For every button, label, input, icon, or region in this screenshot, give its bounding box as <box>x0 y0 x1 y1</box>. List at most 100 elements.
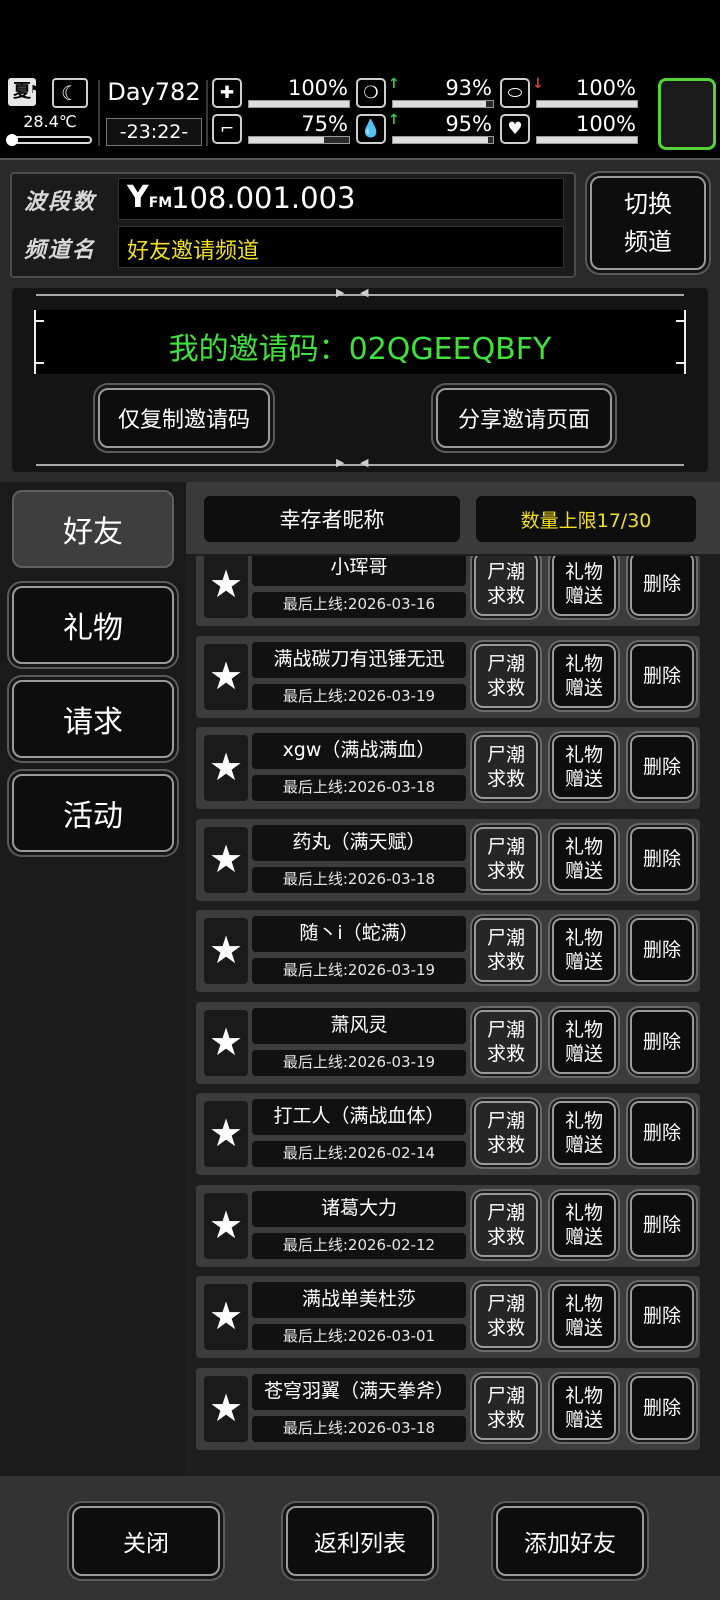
send-gift-button[interactable]: 礼物 赠送 <box>552 1375 616 1440</box>
band-display: YFM 108.001.003 <box>118 178 564 220</box>
favorite-star-icon[interactable]: ★ <box>204 735 248 801</box>
favorite-star-icon[interactable]: ★ <box>204 1101 248 1167</box>
send-gift-button[interactable]: 礼物 赠送 <box>552 1101 616 1165</box>
flag-icon: ⚑ <box>30 83 40 96</box>
help-label-1: 尸潮 <box>486 561 525 583</box>
zombie-help-button[interactable]: 尸潮 求救 <box>474 1009 538 1074</box>
send-gift-button[interactable]: 礼物 赠送 <box>552 1009 616 1074</box>
gift-label-2: 赠送 <box>564 1225 603 1248</box>
help-label-2: 求救 <box>486 859 525 882</box>
friend-row: ★ 满战单美杜莎 最后上线:2026-03-01 尸潮 求救 礼物 赠送 删除 <box>196 1276 700 1358</box>
season-badge: 夏 ⚑ <box>8 78 40 106</box>
gift-label-2: 赠送 <box>564 1408 603 1431</box>
last-online: 最后上线:2026-03-01 <box>252 1324 466 1350</box>
friend-name: 萧风灵 <box>252 1007 466 1044</box>
stomach-icon: ❍ <box>356 78 386 108</box>
favorite-star-icon[interactable]: ★ <box>204 1284 248 1350</box>
zombie-help-button[interactable]: 尸潮 求救 <box>474 1101 538 1165</box>
day-counter: Day782 <box>107 78 201 106</box>
delete-friend-button[interactable]: 删除 <box>630 826 694 891</box>
delete-friend-button[interactable]: 删除 <box>630 1192 694 1257</box>
gift-label-2: 赠送 <box>564 676 603 699</box>
copy-invite-code-button[interactable]: 仅复制邀请码 <box>98 388 270 448</box>
zombie-help-button[interactable]: 尸潮 求救 <box>474 735 538 799</box>
invite-code-box: 我的邀请码：02QGEEQBFY <box>34 310 686 374</box>
water-drop-icon: 💧 <box>356 114 386 144</box>
friend-name: 苍穹羽翼（满天拳斧） <box>252 1373 466 1410</box>
help-label-2: 求救 <box>486 585 525 607</box>
friends-list[interactable]: ★ 小珲哥 最后上线:2026-03-16 尸潮 求救 礼物 赠送 删除 ★ 满战碳刀有迅锤无迅最… <box>186 556 720 1476</box>
friends-content: 幸存者昵称 数量上限17/30 ★ 小珲哥 最后上线:2026-03-16 尸潮 求救礼… <box>186 482 720 1476</box>
send-gift-button[interactable]: 礼物 赠送 <box>552 1192 616 1257</box>
divider <box>98 80 100 146</box>
channel-label: 频道名 <box>24 238 97 263</box>
favorite-star-icon[interactable]: ★ <box>204 556 248 618</box>
send-gift-button[interactable]: 礼物 赠送 <box>552 918 616 982</box>
friend-row: ★ 苍穹羽翼（满天拳斧） 最后上线:2026-03-18 尸潮 求救 礼物 赠送 删除 <box>196 1367 700 1450</box>
character-slot[interactable] <box>658 78 716 150</box>
last-online: 最后上线:2026-03-19 <box>252 683 466 710</box>
rebate-list-button[interactable]: 返利列表 <box>286 1506 434 1576</box>
gift-label-1: 礼物 <box>564 1110 603 1132</box>
boot-icon: ⌐ <box>212 114 242 144</box>
stat-bar <box>248 100 350 108</box>
help-label-1: 尸潮 <box>486 1293 525 1315</box>
favorite-star-icon[interactable]: ★ <box>204 1192 248 1259</box>
invite-section: ▶ ◀ 我的邀请码：02QGEEQBFY 仅复制邀请码 分享邀请页面 ▶ ◀ <box>12 286 708 472</box>
delete-friend-button[interactable]: 删除 <box>630 735 694 799</box>
zombie-help-button[interactable]: 尸潮 求救 <box>474 643 538 708</box>
share-invite-page-button[interactable]: 分享邀请页面 <box>436 388 612 448</box>
zombie-help-button[interactable]: 尸潮 求救 <box>474 556 538 616</box>
friend-row: ★ 药丸（满天赋） 最后上线:2026-03-18 尸潮 求救 礼物 赠送 删除 <box>196 818 700 901</box>
zombie-help-button[interactable]: 尸潮 求救 <box>474 826 538 891</box>
tab-gifts[interactable]: 礼物 <box>12 586 174 664</box>
close-button[interactable]: 关闭 <box>72 1506 220 1576</box>
favorite-star-icon[interactable]: ★ <box>204 918 248 984</box>
friend-row: ★ 萧风灵 最后上线:2026-03-19 尸潮 求救 礼物 赠送 删除 <box>196 1001 700 1084</box>
last-online: 最后上线:2026-03-19 <box>252 958 466 984</box>
gift-label-2: 赠送 <box>564 1042 603 1065</box>
stat-mood: ♥ 100% <box>500 112 640 146</box>
gift-label-2: 赠送 <box>564 859 603 882</box>
delete-friend-button[interactable]: 删除 <box>630 1101 694 1165</box>
favorite-star-icon[interactable]: ★ <box>204 643 248 710</box>
delete-friend-button[interactable]: 删除 <box>630 643 694 708</box>
zombie-help-button[interactable]: 尸潮 求救 <box>474 1192 538 1257</box>
channel-value: 好友邀请频道 <box>127 239 260 264</box>
friend-name: xgw（满战满血） <box>252 733 466 769</box>
stat-value: 100% <box>575 112 636 136</box>
send-gift-button[interactable]: 礼物 赠送 <box>552 735 616 799</box>
send-gift-button[interactable]: 礼物 赠送 <box>552 643 616 708</box>
help-label-2: 求救 <box>486 1042 525 1065</box>
delete-friend-button[interactable]: 删除 <box>630 1375 694 1440</box>
favorite-star-icon[interactable]: ★ <box>204 826 248 893</box>
delete-friend-button[interactable]: 删除 <box>630 1009 694 1074</box>
switch-label-1: 切换 <box>624 190 672 218</box>
delete-friend-button[interactable]: 删除 <box>630 556 694 616</box>
send-gift-button[interactable]: 礼物 赠送 <box>552 1284 616 1348</box>
nickname-column-header: 幸存者昵称 <box>204 496 460 542</box>
switch-channel-button[interactable]: 切换 频道 <box>590 176 706 270</box>
stat-energy: ⬭ ↓ 100% <box>500 76 640 110</box>
tab-requests[interactable]: 请求 <box>12 680 174 758</box>
gift-label-2: 赠送 <box>564 951 603 973</box>
arrow-up-icon: ↑ <box>388 76 400 92</box>
delete-friend-button[interactable]: 删除 <box>630 1284 694 1348</box>
thermometer-icon <box>6 134 92 146</box>
bottom-bar: 关闭 返利列表 添加好友 <box>0 1476 720 1600</box>
send-gift-button[interactable]: 礼物 赠送 <box>552 556 616 616</box>
favorite-star-icon[interactable]: ★ <box>204 1375 248 1442</box>
tab-events[interactable]: 活动 <box>12 774 174 852</box>
tab-friends[interactable]: 好友 <box>12 490 174 568</box>
favorite-star-icon[interactable]: ★ <box>204 1009 248 1076</box>
help-label-1: 尸潮 <box>486 744 525 766</box>
add-friend-button[interactable]: 添加好友 <box>496 1506 644 1576</box>
pill-icon: ⬭ <box>500 78 530 108</box>
zombie-help-button[interactable]: 尸潮 求救 <box>474 1375 538 1440</box>
delete-friend-button[interactable]: 删除 <box>630 918 694 982</box>
stat-thirst: 💧 ↑ 95% <box>356 112 496 146</box>
send-gift-button[interactable]: 礼物 赠送 <box>552 826 616 891</box>
zombie-help-button[interactable]: 尸潮 求救 <box>474 918 538 982</box>
zombie-help-button[interactable]: 尸潮 求救 <box>474 1284 538 1348</box>
tab-column: 好友 礼物 请求 活动 <box>0 482 186 1476</box>
